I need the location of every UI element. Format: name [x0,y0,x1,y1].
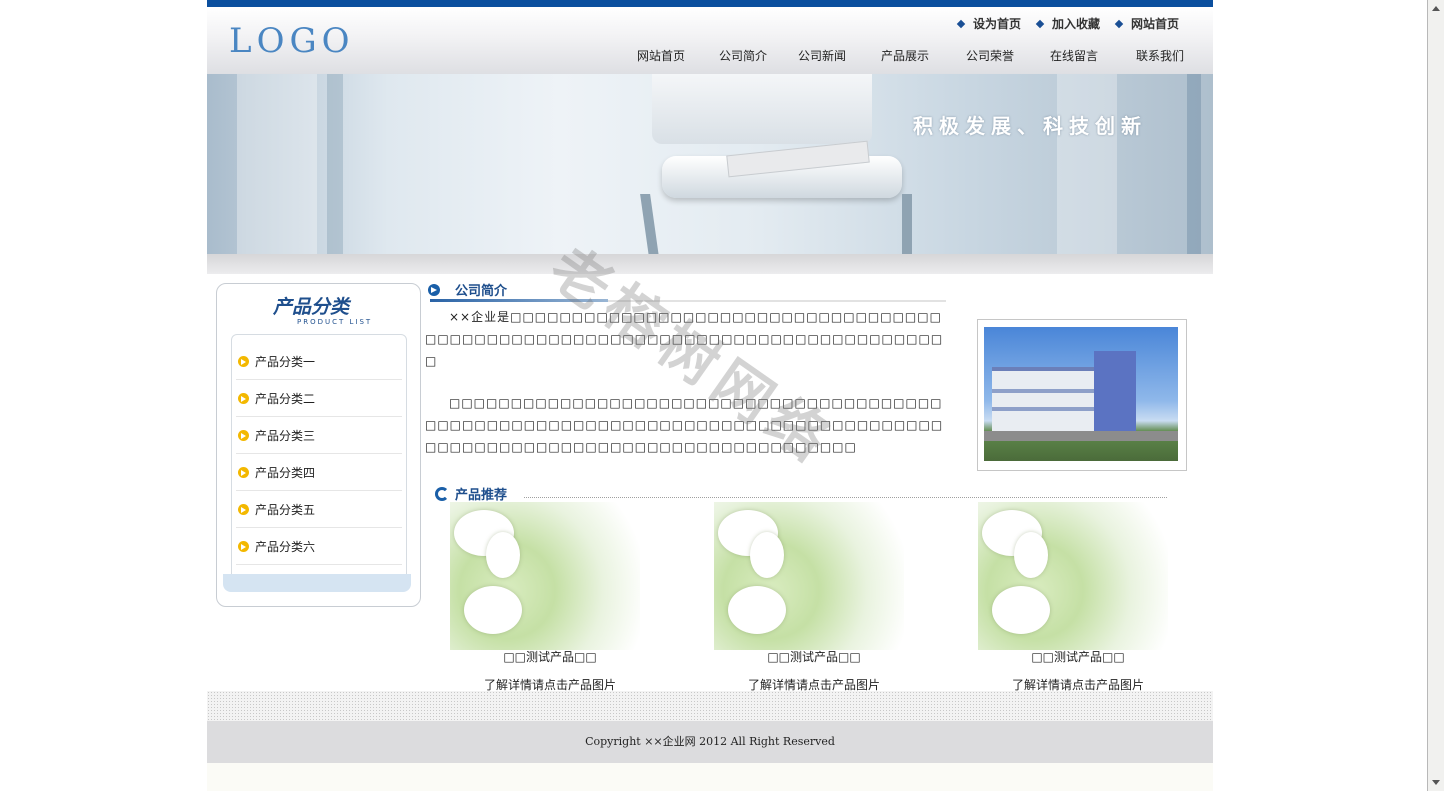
arrow-right-icon [238,392,249,404]
product-card-3[interactable]: □□测试产品□□ 了解详情请点击产品图片 [978,502,1178,692]
product-name: □□测试产品□□ [767,650,861,664]
set-homepage-link[interactable]: 设为首页 [956,15,1021,32]
add-favorite-link[interactable]: 加入收藏 [1035,15,1100,32]
category-item-2[interactable]: 产品分类二 [236,380,402,417]
category-item-4[interactable]: 产品分类四 [236,454,402,491]
vertical-scrollbar[interactable] [1427,0,1444,791]
arrow-right-icon [238,429,249,441]
nav-item-message[interactable]: 在线留言 [1031,47,1117,64]
banner-strip [207,254,1213,274]
hero-banner: 积极发展、科技创新 [207,74,1213,254]
product-image[interactable] [450,502,640,650]
arrow-right-icon [238,466,249,478]
product-image[interactable] [978,502,1168,650]
intro-title: 公司简介 [455,284,508,299]
intro-heading: 公司简介 [428,280,507,299]
page-container: LOGO 设为首页 加入收藏 网站首页 网站首页 公司简介 公司新闻 产品展示 … [207,0,1213,791]
top-bar [207,0,1213,7]
arrow-right-icon [238,503,249,515]
products-divider [524,497,1167,498]
heading-underline-accent [430,299,608,302]
intro-paragraph-1: ××企业是□□□□□□□□□□□□□□□□□□□□□□□□□□□□□□□□□□□… [425,310,944,368]
arrow-right-icon [238,540,249,552]
nav-item-home[interactable]: 网站首页 [619,47,703,64]
sidebar-subtitle: PRODUCT LIST [297,318,373,326]
sidebar-title: 产品分类 [273,296,350,318]
category-item-3[interactable]: 产品分类三 [236,417,402,454]
footer-bottom [207,763,1213,791]
swirl-icon [435,486,449,501]
arrow-right-icon [238,355,249,367]
chair-image [652,74,872,144]
scroll-down-icon[interactable] [1430,776,1443,789]
category-item-5[interactable]: 产品分类五 [236,491,402,528]
product-card-2[interactable]: □□测试产品□□ 了解详情请点击产品图片 [714,502,914,692]
product-name: □□测试产品□□ [1031,650,1125,664]
products-heading: 产品推荐 [435,484,507,503]
main-nav: 网站首页 公司简介 公司新闻 产品展示 公司荣誉 在线留言 联系我们 [619,47,1203,64]
company-building-photo [977,319,1187,471]
nav-item-honors[interactable]: 公司荣誉 [949,47,1031,64]
category-item-1[interactable]: 产品分类一 [236,343,402,380]
category-item-6[interactable]: 产品分类六 [236,528,402,565]
copyright-text: Copyright ××企业网 2012 All Right Reserved [585,735,835,748]
intro-paragraph-2: □□□□□□□□□□□□□□□□□□□□□□□□□□□□□□□□□□□□□□□□… [425,396,944,454]
circle-arrow-icon [428,283,440,296]
nav-item-products[interactable]: 产品展示 [861,47,949,64]
nav-item-news[interactable]: 公司新闻 [783,47,861,64]
product-card-1[interactable]: □□测试产品□□ 了解详情请点击产品图片 [450,502,650,692]
products-title: 产品推荐 [455,488,508,503]
nav-item-contact[interactable]: 联系我们 [1117,47,1203,64]
category-list: 产品分类一 产品分类二 产品分类三 产品分类四 产品分类五 产品分类六 [231,334,407,582]
diamond-icon [1114,19,1124,28]
footer-pattern [207,691,1213,721]
banner-slogan: 积极发展、科技创新 [913,114,1147,138]
quick-links: 设为首页 加入收藏 网站首页 [956,15,1179,32]
product-name: □□测试产品□□ [503,650,597,664]
scroll-up-icon[interactable] [1430,2,1443,15]
footer: Copyright ××企业网 2012 All Right Reserved [207,721,1213,763]
site-logo[interactable]: LOGO [229,21,355,61]
diamond-icon [1035,19,1045,28]
product-image[interactable] [714,502,904,650]
diamond-icon [956,19,966,28]
header: LOGO 设为首页 加入收藏 网站首页 网站首页 公司简介 公司新闻 产品展示 … [207,7,1213,74]
sidebar-footer-decoration [223,574,411,592]
site-home-link[interactable]: 网站首页 [1114,15,1179,32]
nav-item-about[interactable]: 公司简介 [703,47,783,64]
product-category-sidebar: 产品分类 PRODUCT LIST 产品分类一 产品分类二 产品分类三 产品分类… [216,283,421,607]
